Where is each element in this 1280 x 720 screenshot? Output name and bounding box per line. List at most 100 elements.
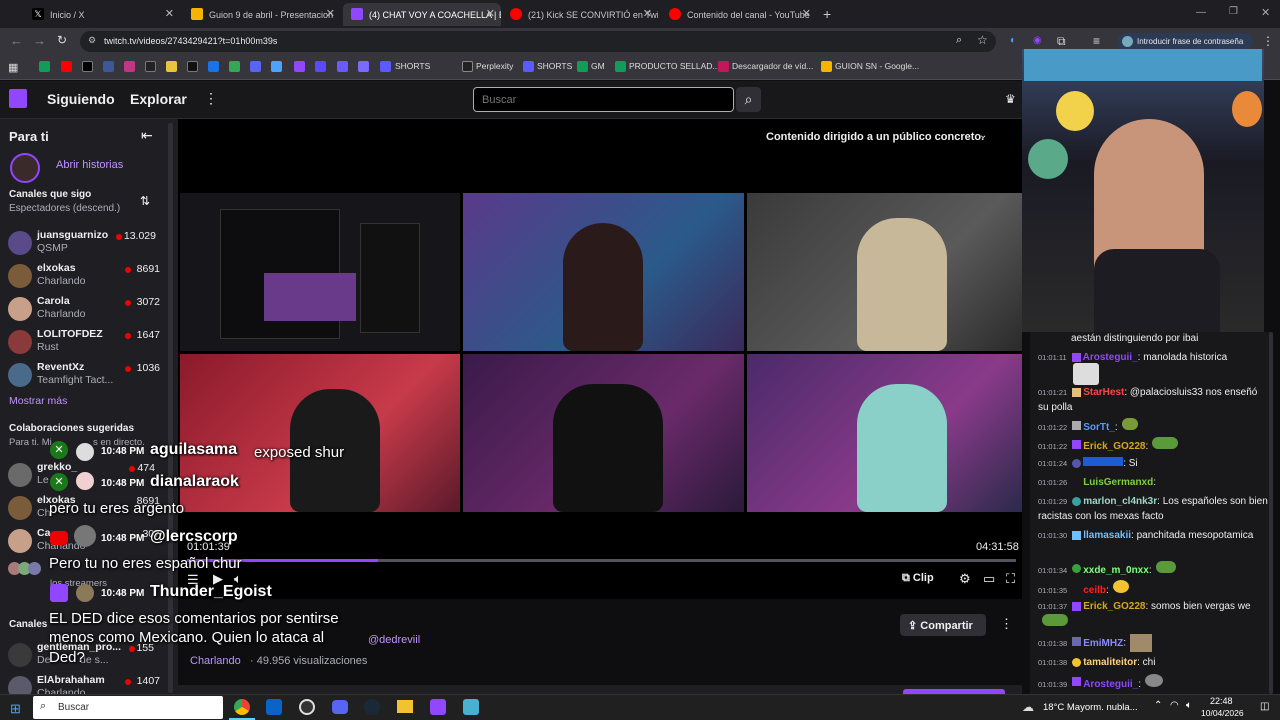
youtube-bookmark-icon[interactable] <box>61 61 72 72</box>
search-button[interactable]: ⌕ <box>736 87 761 112</box>
bookmark-shorts-2[interactable]: SHORTS <box>537 61 572 71</box>
chat-username[interactable]: Erick_GO228 <box>1083 441 1145 452</box>
chat-username-redacted[interactable] <box>1083 457 1124 466</box>
media-control-icon[interactable]: ≡ <box>1093 34 1100 48</box>
bookmark-icon[interactable] <box>358 61 369 72</box>
weather-icon[interactable]: ☁ <box>1022 700 1034 714</box>
chat-scrollbar[interactable] <box>1269 332 1273 694</box>
close-icon[interactable]: ✕ <box>643 7 652 20</box>
bookmark-icon[interactable] <box>229 61 240 72</box>
reload-icon[interactable]: ↻ <box>57 33 67 47</box>
outlook-icon[interactable] <box>266 699 282 715</box>
new-tab-button[interactable]: + <box>823 6 831 22</box>
minimize-icon[interactable]: — <box>1196 7 1206 18</box>
theatre-mode-icon[interactable]: ▭ <box>983 571 995 587</box>
perplexity-icon[interactable] <box>462 61 473 72</box>
folder-icon[interactable] <box>397 700 413 713</box>
chevron-down-icon[interactable]: ⌄ <box>979 130 987 141</box>
tiktok-bookmark-icon[interactable] <box>187 61 198 72</box>
sidebar-channel[interactable]: juansguarnizo QSMP 13.029 <box>0 228 178 260</box>
tab-twitch-active[interactable]: (4) CHAT VOY A COACHELLA | El ✕ <box>343 3 501 26</box>
tab-youtube-kick[interactable]: (21) Kick SE CONVIRTIÓ en Twitc ✕ <box>502 3 658 26</box>
search-input[interactable] <box>473 87 734 112</box>
close-icon[interactable]: ✕ <box>802 7 811 20</box>
tab-youtube-studio[interactable]: Contenido del canal - YouTube ✕ <box>661 3 817 26</box>
clock-date[interactable]: 10/04/2026 <box>1201 708 1244 718</box>
nav-following[interactable]: Siguiendo <box>47 91 115 107</box>
more-options-icon[interactable]: ⋮ <box>1000 616 1013 632</box>
wifi-icon[interactable]: ◠ <box>1170 700 1179 711</box>
bookmark-icon[interactable] <box>380 61 391 72</box>
steam-icon[interactable] <box>364 699 380 715</box>
bookmark-icon[interactable] <box>166 61 177 72</box>
chat-username[interactable]: ceilb <box>1083 585 1106 596</box>
sidebar-channel[interactable]: LOLITOFDEZ Rust 1647 <box>0 327 178 359</box>
more-menu-icon[interactable]: ⋮ <box>204 90 218 107</box>
stories-avatar[interactable] <box>10 153 40 183</box>
sheets-bookmark-icon[interactable] <box>39 61 50 72</box>
bookmark-icon[interactable] <box>294 61 305 72</box>
bookmark-icon[interactable] <box>315 61 326 72</box>
settings-gear-icon[interactable]: ⚙ <box>959 571 971 587</box>
sort-icon[interactable]: ⇅ <box>140 194 150 208</box>
speaker-icon[interactable]: 🔈︎ <box>1186 700 1192 711</box>
sidebar-channel[interactable]: ReventXz Teamfight Tact... 1036 <box>0 360 178 392</box>
audience-notice[interactable]: Contenido dirigido a un público concreto… <box>766 131 984 143</box>
extensions-puzzle-icon[interactable]: ⧉ <box>1057 34 1066 49</box>
chat-username[interactable]: Arosteguii_ <box>1083 352 1138 363</box>
close-icon[interactable]: ✕ <box>165 7 174 20</box>
address-bar[interactable]: ⚙ twitch.tv/videos/2743429421?t=01h00m39… <box>80 31 996 52</box>
chat-username[interactable]: SorTt_ <box>1083 422 1115 433</box>
sheets-bookmark-icon[interactable] <box>577 61 588 72</box>
tab-guion[interactable]: Guion 9 de abril - Presentacion ✕ <box>183 3 341 26</box>
bookmark-shorts[interactable]: SHORTS <box>395 61 430 71</box>
chat-username[interactable]: EmiMHZ <box>1083 638 1123 649</box>
bookmark-icon[interactable] <box>208 61 219 72</box>
taskbar-search[interactable]: ⌕ Buscar <box>33 696 223 719</box>
chat-username[interactable]: StarHest <box>1083 387 1124 398</box>
chrome-icon[interactable] <box>234 699 250 715</box>
nav-explore[interactable]: Explorar <box>130 91 187 107</box>
x-bookmark-icon[interactable] <box>82 61 93 72</box>
bookmark-guion[interactable]: GUION SN - Google... <box>835 61 919 71</box>
tiktok-bookmark-icon[interactable] <box>145 61 156 72</box>
app-icon[interactable] <box>463 699 479 715</box>
star-icon[interactable]: ☆ <box>977 33 988 47</box>
sidebar-channel[interactable]: elxokas Charlando 8691 <box>0 261 178 293</box>
discord-icon[interactable] <box>332 700 348 714</box>
clip-button[interactable]: ⧉ Clip <box>902 572 934 590</box>
collapse-sidebar-icon[interactable]: ⇤ <box>141 127 153 144</box>
back-icon[interactable]: ← <box>10 33 23 48</box>
bookmark-producto[interactable]: PRODUCTO SELLAD... <box>629 61 720 71</box>
bookmark-descargador[interactable]: Descargador de víd... <box>732 61 813 71</box>
bookmark-icon[interactable] <box>718 61 729 72</box>
zoom-icon[interactable]: ⌕ <box>956 34 962 47</box>
share-button[interactable]: ⇪ Compartir <box>900 614 986 636</box>
forward-icon[interactable]: → <box>33 33 46 48</box>
bookmark-gm[interactable]: GM <box>591 61 605 71</box>
chat-username[interactable]: LuisGermanxd <box>1083 477 1153 488</box>
chat-username[interactable]: marlon_cl4nk3r <box>1083 496 1157 507</box>
bookmark-icon[interactable] <box>271 61 282 72</box>
close-icon[interactable]: ✕ <box>326 7 335 20</box>
open-stories-link[interactable]: Abrir historias <box>56 159 123 171</box>
notifications-icon[interactable]: ◫ <box>1260 701 1269 712</box>
obs-icon[interactable] <box>299 699 315 715</box>
chat-username[interactable]: Erick_GO228 <box>1083 601 1145 612</box>
bookmark-icon[interactable] <box>250 61 261 72</box>
weather-text[interactable]: 18°C Mayorm. nubla... <box>1043 702 1138 713</box>
facebook-bookmark-icon[interactable] <box>103 61 114 72</box>
bookmark-perplexity[interactable]: Perplexity <box>476 61 513 71</box>
menu-kebab-icon[interactable]: ⋮ <box>1262 34 1274 48</box>
clock-time[interactable]: 22:48 <box>1210 696 1233 706</box>
close-window-icon[interactable]: ✕ <box>1261 6 1270 19</box>
chat-username[interactable]: tamaliteitor <box>1083 657 1137 668</box>
app-icon[interactable] <box>430 699 446 715</box>
sidebar-channel[interactable]: Carola Charlando 3072 <box>0 294 178 326</box>
tab-x[interactable]: 𝕏 Inicio / X ✕ <box>24 3 180 26</box>
chat-username[interactable]: Arosteguii_ <box>1083 679 1138 690</box>
chat-username[interactable]: xxde_m_0nxx <box>1083 565 1149 576</box>
extension-icon[interactable]: ◉ <box>1033 35 1042 46</box>
chat-username[interactable]: llamasakii <box>1083 530 1131 541</box>
crown-icon[interactable]: ♛ <box>1005 92 1016 106</box>
